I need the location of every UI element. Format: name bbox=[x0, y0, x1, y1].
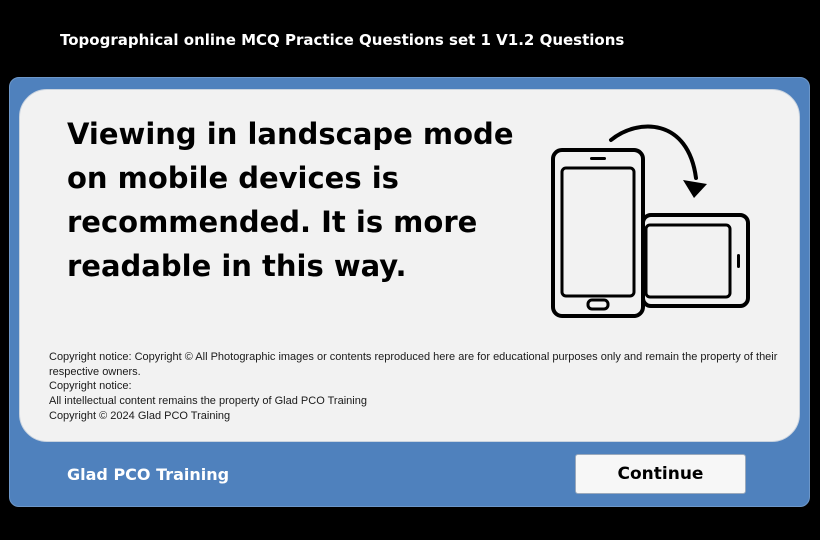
copyright-line: Copyright © 2024 Glad PCO Training bbox=[49, 409, 231, 422]
portrait-phone-icon bbox=[551, 148, 645, 318]
continue-button[interactable]: Continue bbox=[575, 454, 746, 494]
copyright-line: Copyright notice: Copyright © All Photog… bbox=[49, 351, 778, 378]
footer-brand: Glad PCO Training bbox=[67, 465, 230, 484]
app-title: Topographical online MCQ Practice Questi… bbox=[60, 31, 625, 49]
copyright-notice: Copyright notice: Copyright © All Photog… bbox=[49, 350, 779, 424]
landscape-phone-icon bbox=[641, 213, 750, 308]
copyright-line: All intellectual content remains the pro… bbox=[49, 395, 367, 408]
landscape-recommendation-heading: Viewing in landscape mode on mobile devi… bbox=[67, 117, 514, 283]
rotation-arrow-icon bbox=[609, 124, 698, 180]
rotate-phone-icon bbox=[551, 124, 750, 318]
copyright-line: Copyright notice: bbox=[49, 380, 132, 393]
